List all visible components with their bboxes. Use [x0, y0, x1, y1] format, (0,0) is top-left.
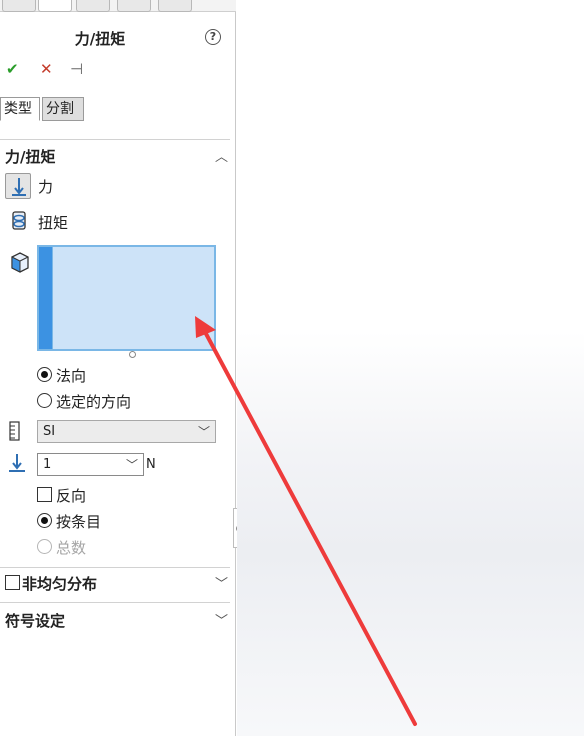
symbol-settings-title[interactable]: 符号设定 — [5, 610, 65, 631]
chevron-down-icon[interactable]: ﹀ — [215, 573, 228, 592]
chevron-down-icon: ﹀ — [197, 425, 210, 439]
chevron-up-icon[interactable]: ︿ — [215, 146, 228, 165]
radio-selected-direction[interactable] — [37, 393, 52, 408]
torque-icon[interactable] — [8, 209, 32, 233]
units-icon — [8, 421, 22, 441]
chevron-down-icon[interactable]: ﹀ — [126, 456, 138, 473]
force-button[interactable] — [5, 173, 31, 199]
tab-type[interactable]: 类型 — [0, 97, 40, 121]
force-value-icon — [7, 452, 27, 474]
radio-per-item-label: 按条目 — [56, 513, 102, 531]
selection-active-bar — [39, 247, 52, 349]
radio-per-item[interactable] — [37, 513, 52, 528]
radio-total[interactable] — [37, 539, 52, 554]
divider — [0, 567, 230, 568]
graphics-viewport[interactable] — [237, 0, 584, 736]
tab-split[interactable]: 分割 — [42, 97, 84, 121]
resize-handle[interactable] — [129, 351, 136, 358]
tab-feature-tree[interactable] — [2, 0, 36, 12]
force-value-combo[interactable]: 1 ﹀ — [37, 453, 144, 476]
panel-tab-strip — [0, 0, 236, 12]
units-select[interactable]: SI ﹀ — [37, 420, 216, 443]
tab-property-manager[interactable] — [38, 0, 72, 12]
ok-icon[interactable]: ✔ — [6, 60, 19, 78]
radio-normal[interactable] — [37, 367, 52, 382]
panel-title: 力/扭矩 — [74, 30, 126, 48]
property-manager-panel: 力/扭矩 ? ✔ ✕ ⊣ 类型 分割 力/扭矩 ︿ 力 扭矩 法向 选定的方向 … — [0, 0, 236, 736]
divider — [0, 602, 230, 603]
face-selection-box[interactable] — [37, 245, 216, 351]
reverse-checkbox[interactable] — [37, 487, 52, 502]
nonuniform-checkbox[interactable] — [5, 575, 20, 590]
tab-dimxpert[interactable] — [117, 0, 151, 12]
face-selection-icon — [8, 250, 32, 274]
units-select-value: SI — [43, 424, 56, 439]
force-section-title[interactable]: 力/扭矩 — [5, 146, 55, 167]
nonuniform-section-title[interactable]: 非均匀分布 — [22, 573, 97, 594]
pin-icon[interactable]: ⊣ — [70, 60, 83, 78]
force-unit-label: N — [146, 457, 156, 472]
force-arrow-icon — [12, 178, 26, 196]
chevron-down-icon[interactable]: ﹀ — [215, 610, 228, 629]
cancel-icon[interactable]: ✕ — [40, 60, 53, 78]
selection-list[interactable] — [52, 247, 214, 349]
radio-selected-direction-label: 选定的方向 — [56, 393, 132, 411]
torque-label: 扭矩 — [38, 214, 69, 232]
radio-total-label: 总数 — [56, 539, 87, 557]
force-value: 1 — [43, 457, 52, 472]
force-label: 力 — [38, 178, 54, 196]
help-icon[interactable]: ? — [205, 29, 221, 45]
radio-normal-label: 法向 — [56, 367, 87, 385]
tab-config-manager[interactable] — [76, 0, 110, 12]
divider — [0, 139, 230, 140]
reverse-label: 反向 — [56, 487, 87, 505]
tab-display-manager[interactable] — [158, 0, 192, 12]
